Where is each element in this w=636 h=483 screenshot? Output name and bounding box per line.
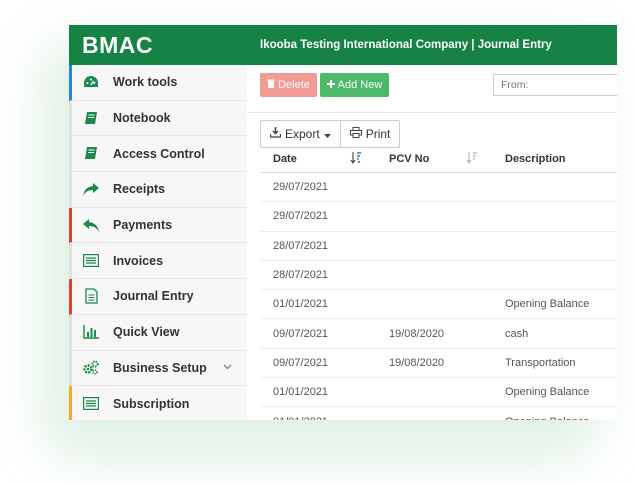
sidebar-item-access-control[interactable]: Access Control	[69, 136, 247, 173]
cell-date: 01/01/2021	[273, 298, 329, 311]
sidebar-item-label: Journal Entry	[113, 289, 194, 304]
cell-date: 29/07/2021	[273, 210, 329, 223]
bar-chart-icon	[72, 325, 110, 339]
table-row[interactable]: 28/07/2021	[260, 232, 617, 261]
cell-description: Transportation	[505, 356, 576, 369]
cell-pcv-no: 19/08/2020	[389, 356, 445, 369]
list-card-icon	[72, 254, 110, 268]
print-label: Print	[365, 127, 391, 141]
sidebar-item-payments[interactable]: Payments	[69, 207, 247, 244]
table-body: 29/07/2021 29/07/2021 28/07/2021 28/07/2…	[260, 173, 617, 420]
sort-desc-icon[interactable]	[350, 152, 362, 167]
sidebar-item-label: Subscription	[113, 396, 190, 411]
add-new-label: Add New	[337, 79, 383, 91]
cell-pcv-no: 19/08/2020	[389, 327, 445, 340]
dashboard-icon	[72, 75, 110, 89]
sidebar-item-quick-view[interactable]: Quick View	[69, 314, 247, 351]
document-icon	[72, 288, 110, 305]
list-card-icon	[72, 397, 110, 411]
sidebar-item-label: Business Setup	[113, 360, 207, 375]
delete-button[interactable]: Delete	[260, 73, 317, 97]
book-icon	[72, 111, 110, 126]
add-new-button[interactable]: Add New	[320, 73, 389, 97]
table-header: Date PCV No Description	[260, 146, 617, 173]
plus-icon	[326, 79, 335, 91]
table-row[interactable]: 01/01/2021 Opening Balance	[260, 290, 617, 320]
export-label: Export	[285, 127, 320, 141]
cell-date: 01/01/2021	[260, 416, 376, 420]
sort-icon[interactable]	[466, 152, 478, 167]
sidebar-item-subscription[interactable]: Subscription	[69, 386, 247, 420]
printer-icon	[349, 127, 362, 141]
table-row[interactable]: 01/01/2021 Opening Balance	[260, 407, 617, 420]
gears-icon	[72, 360, 110, 376]
cell-description: cash	[505, 327, 529, 340]
sidebar-item-label: Receipts	[113, 182, 166, 197]
cell-date: 09/07/2021	[273, 356, 329, 369]
sidebar-item-journal-entry[interactable]: Journal Entry	[69, 279, 247, 315]
cell-date: 09/07/2021	[273, 327, 329, 340]
sidebar: Work tools Notebook Access Control Recei…	[69, 65, 248, 420]
table-row[interactable]: 01/01/2021 Opening Balance	[260, 378, 617, 408]
cell-description: Opening Balance	[505, 386, 590, 399]
cell-date: 01/01/2021	[273, 386, 329, 399]
column-header-pcv-no[interactable]: PCV No	[376, 146, 492, 172]
sidebar-item-label: Access Control	[113, 146, 205, 161]
sidebar-item-label: Work tools	[113, 75, 178, 90]
delete-label: Delete	[278, 79, 310, 91]
column-header-date[interactable]: Date	[260, 146, 376, 172]
sidebar-item-label: Payments	[113, 218, 173, 233]
sidebar-item-label: Notebook	[113, 111, 171, 126]
page-title: Ikooba Testing International Company | J…	[260, 39, 552, 51]
sidebar-item-invoices[interactable]: Invoices	[69, 243, 247, 280]
brand-logo[interactable]: BMAC	[69, 32, 247, 59]
sidebar-item-notebook[interactable]: Notebook	[69, 100, 247, 137]
share-arrow-icon	[72, 182, 110, 196]
column-label: PCV No	[389, 153, 430, 165]
sidebar-item-label: Invoices	[113, 253, 164, 268]
export-button[interactable]: Export	[261, 121, 340, 147]
column-header-description[interactable]: Description	[492, 146, 617, 172]
sidebar-item-work-tools[interactable]: Work tools	[69, 65, 247, 101]
cell-date: 28/07/2021	[273, 239, 329, 252]
table-row[interactable]: 29/07/2021	[260, 173, 617, 203]
sidebar-item-business-setup[interactable]: Business Setup	[69, 350, 247, 387]
export-print-group: Export Print	[260, 120, 401, 148]
main-content: Delete Add New Export	[247, 65, 617, 420]
journal-table: Date PCV No Description 29/07/2021 29/07…	[260, 146, 617, 420]
book-icon	[72, 146, 110, 161]
column-label: Date	[273, 153, 297, 165]
cell-date: 28/07/2021	[273, 269, 329, 282]
table-row[interactable]: 09/07/2021 19/08/2020 Transportation	[260, 349, 617, 379]
download-icon	[269, 127, 282, 141]
top-header: BMAC Ikooba Testing International Compan…	[69, 25, 617, 65]
sidebar-item-receipts[interactable]: Receipts	[69, 172, 247, 208]
table-row[interactable]: 09/07/2021 19/08/2020 cash	[260, 319, 617, 349]
from-date-input[interactable]	[493, 74, 617, 96]
app-window: BMAC Ikooba Testing International Compan…	[69, 25, 617, 420]
table-row[interactable]: 28/07/2021	[260, 261, 617, 291]
table-row[interactable]: 29/07/2021	[260, 202, 617, 232]
chevron-down-icon[interactable]	[223, 362, 247, 373]
column-label: Description	[505, 153, 566, 165]
caret-down-icon	[323, 127, 331, 141]
print-button[interactable]: Print	[339, 121, 400, 147]
cell-date: 29/07/2021	[273, 181, 329, 194]
action-toolbar: Delete Add New	[247, 65, 617, 113]
trash-icon	[267, 79, 276, 91]
sidebar-item-label: Quick View	[113, 325, 180, 340]
cell-description: Opening Balance	[492, 416, 617, 420]
cell-description: Opening Balance	[505, 298, 590, 311]
reply-arrow-icon	[72, 218, 110, 232]
